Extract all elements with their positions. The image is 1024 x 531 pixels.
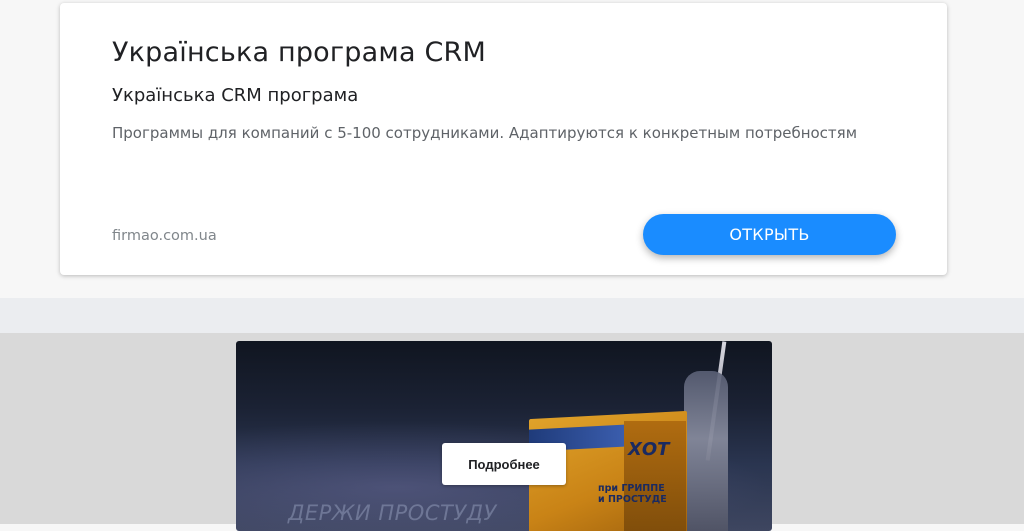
video-tagline: ДЕРЖИ ПРОСТУДУ	[288, 501, 497, 525]
text-ad-card[interactable]: Українська програма CRM Українська CRM п…	[60, 3, 947, 275]
ad-domain[interactable]: firmao.com.ua	[112, 228, 217, 244]
video-ad-banner[interactable]: ХОТ при ГРИППЕ и ПРОСТУДЕ ДЕРЖИ ПРОСТУДУ…	[236, 341, 772, 531]
samurai-figure-graphic	[684, 371, 728, 531]
product-caption-text: при ГРИППЕ и ПРОСТУДЕ	[598, 483, 667, 505]
ad-subtitle: Українська CRM програма	[112, 85, 359, 106]
open-button[interactable]: ОТКРЫТЬ	[643, 214, 896, 255]
product-box-side	[624, 421, 686, 531]
details-button[interactable]: Подробнее	[442, 443, 566, 485]
product-brand-text: ХОТ	[628, 439, 670, 460]
ad-title[interactable]: Українська програма CRM	[112, 37, 486, 68]
ad-description: Программы для компаний с 5-100 сотрудник…	[112, 124, 858, 142]
section-divider	[0, 298, 1024, 333]
